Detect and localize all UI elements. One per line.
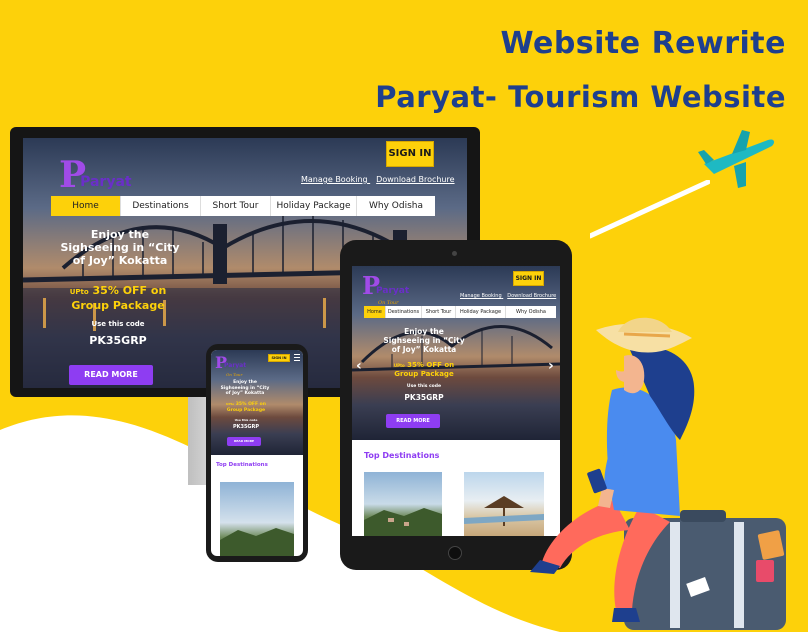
offer-main: 35% OFF on xyxy=(92,284,167,297)
logo-text: Paryat xyxy=(80,174,132,190)
hero-line-1: Enjoy the xyxy=(90,228,150,241)
page-subheading: Paryat- Tourism Website xyxy=(375,80,786,114)
site-logo[interactable]: P Paryat On Tour xyxy=(215,352,247,377)
hero-line-1: Enjoy the xyxy=(404,327,444,336)
phone-device: P Paryat On Tour SIGN IN Enjoy the Sighs… xyxy=(206,344,308,562)
top-destinations-title: Top Destinations xyxy=(216,462,268,468)
nav-destinations[interactable]: Destinations xyxy=(386,306,422,318)
nav-holiday-package[interactable]: Holiday Package xyxy=(271,196,357,216)
nav-holiday-package[interactable]: Holiday Package xyxy=(456,306,506,318)
signin-button[interactable]: SIGN IN xyxy=(513,271,544,286)
manage-booking-link[interactable]: Manage Booking xyxy=(460,293,502,299)
read-more-button[interactable]: READ MORE xyxy=(227,437,261,446)
main-nav: Home Destinations Short Tour Holiday Pac… xyxy=(51,196,435,216)
offer-line-2: Group Package xyxy=(71,299,165,312)
signin-button[interactable]: SIGN IN xyxy=(386,141,434,167)
offer-line-2: Group Package xyxy=(226,407,266,413)
offer-main: 35% OFF on xyxy=(235,402,266,407)
hero-line-2: Sighseeing in “City xyxy=(60,241,180,254)
offer-prefix: UPto xyxy=(393,363,405,368)
hero-heading: Enjoy the Sighseeing in “City of Joy” Ko… xyxy=(366,327,482,354)
hero-heading: Enjoy the Sighseeing in “City of Joy” Ko… xyxy=(45,228,195,267)
phone-hero: P Paryat On Tour SIGN IN Enjoy the Sighs… xyxy=(211,350,303,455)
hero-line-3: of Joy” Kokatta xyxy=(72,254,168,267)
logo-text: Paryat xyxy=(224,362,247,369)
offer-text: UPto 35% OFF on Group Package xyxy=(374,361,474,379)
offer-main: 35% OFF on xyxy=(407,361,455,369)
nav-short-tour[interactable]: Short Tour xyxy=(201,196,271,216)
top-links: Manage Booking Download Brochure xyxy=(460,293,556,299)
download-brochure-link[interactable]: Download Brochure xyxy=(376,175,454,184)
code-label: Use this code xyxy=(91,320,145,328)
nav-short-tour[interactable]: Short Tour xyxy=(422,306,456,318)
promo-code: PK35GRP xyxy=(89,334,147,347)
nav-home[interactable]: Home xyxy=(364,306,386,318)
traveler-illustration xyxy=(530,317,786,630)
offer-text: UPto 35% OFF on Group Package xyxy=(219,402,273,413)
promo-code: PK35GRP xyxy=(232,424,260,430)
tablet-home-button xyxy=(448,546,462,560)
manage-booking-link[interactable]: Manage Booking xyxy=(301,175,368,184)
destination-thumb[interactable] xyxy=(364,472,442,536)
hero-line-2: Sighseeing in “City xyxy=(383,336,465,345)
top-destinations-title: Top Destinations xyxy=(364,451,440,460)
nav-destinations[interactable]: Destinations xyxy=(121,196,201,216)
phone-screen: P Paryat On Tour SIGN IN Enjoy the Sighs… xyxy=(211,350,303,556)
signin-button[interactable]: SIGN IN xyxy=(268,354,290,362)
menu-icon[interactable] xyxy=(294,354,300,361)
hero-line-3: of Joy” Kokatta xyxy=(391,345,457,354)
destination-thumb[interactable] xyxy=(220,482,294,556)
hero-heading: Enjoy the Sighseeing in “City of Joy” Ko… xyxy=(215,380,275,397)
offer-prefix: UPto xyxy=(226,402,235,406)
plane-trail xyxy=(590,180,710,239)
tablet-camera xyxy=(452,251,457,256)
logo-tagline: On Tour xyxy=(226,372,243,377)
logo-text: Paryat xyxy=(376,286,410,296)
read-more-button[interactable]: READ MORE xyxy=(386,414,440,428)
read-more-button[interactable]: READ MORE xyxy=(69,365,153,385)
nav-why-odisha[interactable]: Why Odisha xyxy=(357,196,435,216)
offer-text: UPto 35% OFF on Group Package xyxy=(53,284,183,312)
nav-home[interactable]: Home xyxy=(51,196,121,216)
hero-line-3: of Joy” Kokatta xyxy=(225,391,265,396)
site-logo[interactable]: P Paryat On Tour xyxy=(59,152,132,206)
offer-prefix: UPto xyxy=(69,288,89,296)
code-label: Use this code xyxy=(406,384,442,389)
site-logo[interactable]: P Paryat On Tour xyxy=(362,270,410,306)
download-brochure-link[interactable]: Download Brochure xyxy=(507,293,556,299)
top-links: Manage Booking Download Brochure xyxy=(301,175,455,184)
page-heading: Website Rewrite xyxy=(500,26,786,61)
offer-line-2: Group Package xyxy=(394,370,454,378)
airplane-icon xyxy=(698,130,775,188)
code-label: Use this code xyxy=(234,418,258,422)
promo-code: PK35GRP xyxy=(404,393,444,402)
chevron-left-icon[interactable]: ‹ xyxy=(356,358,362,374)
